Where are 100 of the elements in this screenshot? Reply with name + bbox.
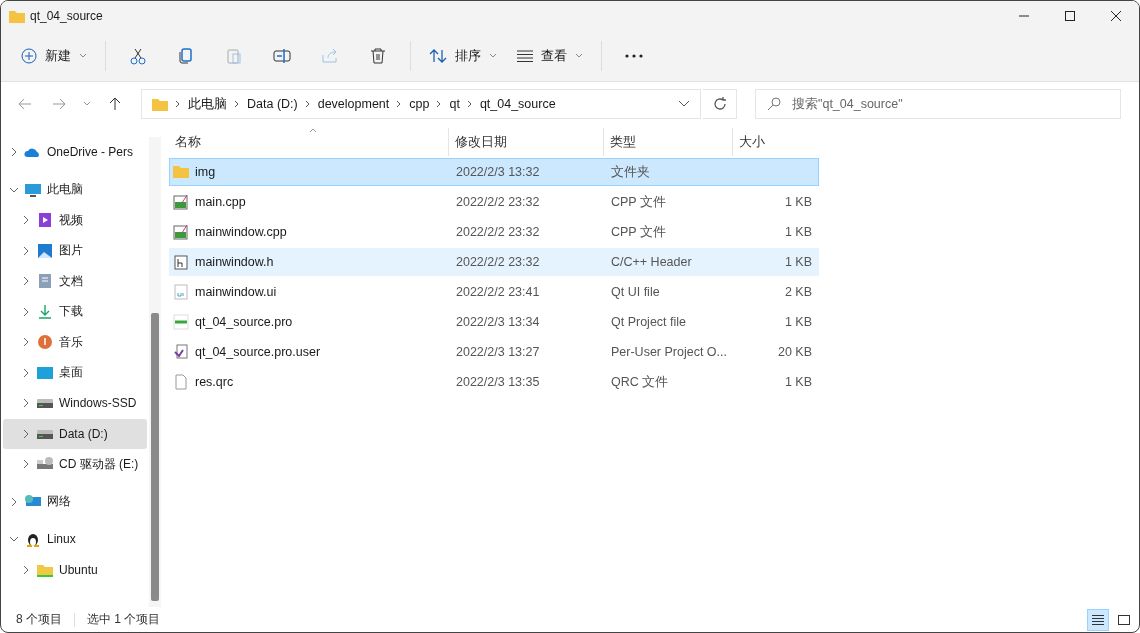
details-view-button[interactable]	[1087, 608, 1109, 631]
sidebar-item[interactable]: 视频	[3, 205, 147, 236]
refresh-icon	[712, 97, 727, 111]
sidebar-item[interactable]: CD 驱动器 (E:)	[3, 449, 147, 480]
sidebar-item[interactable]: Windows-SSD	[3, 388, 147, 419]
collapse-chevron-icon[interactable]	[21, 428, 31, 439]
sidebar-item[interactable]: 文档	[3, 266, 147, 297]
breadcrumb-item[interactable]: qt_04_source	[479, 97, 556, 111]
sidebar-item[interactable]: 此电脑	[3, 174, 147, 205]
chevron-icon	[175, 100, 181, 108]
search-field[interactable]: 搜索"qt_04_source"	[755, 89, 1121, 119]
sort-caret-icon	[309, 128, 317, 133]
sidebar-item[interactable]: Linux	[3, 524, 147, 555]
address-bar[interactable]: 此电脑 Data (D:) development cpp qt qt_04_source	[141, 89, 701, 119]
column-header[interactable]: 类型	[604, 128, 733, 156]
chevron-icon	[466, 100, 473, 108]
sidebar-item[interactable]: 桌面	[3, 357, 147, 388]
code-file-icon	[173, 194, 189, 210]
collapse-chevron-icon[interactable]	[21, 564, 31, 575]
table-cell-text: 1 KB	[783, 374, 813, 391]
refresh-button[interactable]	[703, 89, 737, 119]
breadcrumb-item[interactable]: 此电脑	[188, 95, 227, 113]
table-cell-text: C/C++ Header	[610, 254, 693, 271]
selection-count: 选中 1 个项目	[87, 611, 161, 628]
folder-icon	[152, 97, 168, 111]
project-file-icon	[173, 314, 189, 330]
table-cell-text: 2022/2/3 13:27	[455, 344, 541, 361]
table-cell: mainwindow.h	[195, 255, 274, 269]
chevron-icon	[234, 100, 240, 108]
sidebar-item[interactable]: Ubuntu	[3, 554, 147, 585]
caret-icon	[79, 53, 87, 59]
table-cell-text: 1 KB	[783, 194, 813, 211]
collapse-chevron-icon[interactable]	[21, 367, 31, 378]
file-row[interactable]: qt_04_source.pro.user 2022/2/3 13:27 Per-User Project O... 20 KB	[169, 338, 819, 366]
collapse-chevron-icon[interactable]	[21, 276, 31, 287]
breadcrumb-item[interactable]: development	[317, 97, 390, 111]
sidebar-item[interactable]: 音乐	[3, 327, 147, 358]
folder-icon	[9, 9, 25, 23]
table-cell-text: 2022/2/2 23:32	[455, 194, 541, 211]
collapse-chevron-icon[interactable]	[21, 337, 31, 348]
table-cell-text: 2022/2/2 23:32	[455, 224, 541, 241]
collapse-chevron-icon[interactable]	[21, 459, 31, 470]
file-row[interactable]: main.cpp 2022/2/2 23:32 CPP 文件 1 KB	[169, 188, 819, 216]
file-row[interactable]: qt_04_source.pro 2022/2/3 13:34 Qt Project file 1 KB	[169, 308, 819, 336]
table-cell-text: CPP 文件	[610, 223, 667, 241]
column-header[interactable]: 修改日期	[449, 128, 604, 156]
collapse-chevron-icon[interactable]	[21, 245, 31, 256]
sidebar-item[interactable]: 网络	[3, 486, 147, 517]
table-cell: qt_04_source.pro	[195, 315, 293, 329]
table-cell-text: 20 KB	[776, 344, 813, 361]
table-cell-text: Per-User Project O...	[610, 344, 728, 361]
sidebar-item[interactable]: OneDrive - Pers	[3, 137, 147, 168]
sort-button[interactable]: 排序	[421, 39, 505, 73]
dropdown-icon[interactable]	[678, 100, 690, 108]
scissors-icon	[129, 47, 147, 65]
file-row[interactable]: mainwindow.ui 2022/2/2 23:41 Qt UI file 2 KB	[169, 278, 819, 306]
collapse-chevron-icon[interactable]	[21, 306, 31, 317]
sidebar-item[interactable]: 图片	[3, 235, 147, 266]
breadcrumb-item[interactable]: cpp	[409, 97, 430, 111]
user-file-icon	[173, 344, 189, 360]
table-cell-text: 2022/2/2 23:32	[455, 254, 541, 271]
table-cell: mainwindow.ui	[195, 285, 277, 299]
file-row[interactable]: mainwindow.cpp 2022/2/2 23:32 CPP 文件 1 KB	[169, 218, 819, 246]
caret-icon	[489, 53, 497, 59]
penguin-icon	[24, 531, 42, 548]
new-button[interactable]: 新建	[13, 39, 95, 73]
maximize-icon	[1064, 10, 1076, 22]
chevron-icon	[304, 100, 311, 108]
collapse-chevron-icon[interactable]	[21, 215, 31, 226]
music-icon	[36, 334, 54, 351]
rename-icon	[273, 47, 291, 65]
ui-file-icon	[173, 284, 189, 300]
view-button[interactable]: 查看	[509, 39, 591, 73]
table-cell: img	[195, 165, 216, 179]
file-icon	[173, 374, 189, 390]
collapse-chevron-icon[interactable]	[9, 496, 19, 507]
more-icon	[625, 54, 643, 58]
breadcrumb-item[interactable]: Data (D:)	[247, 97, 298, 111]
chevron-icon	[436, 100, 443, 108]
sidebar-item[interactable]: Data (D:)	[3, 418, 147, 449]
window-title: qt_04_source	[30, 9, 103, 23]
file-row[interactable]: mainwindow.h 2022/2/2 23:32 C/C++ Header 1 KB	[169, 248, 819, 276]
up-arrow-icon	[109, 97, 121, 111]
table-cell-text: 1 KB	[783, 314, 813, 331]
trash-icon	[369, 47, 387, 65]
breadcrumb-item[interactable]: qt	[449, 97, 460, 111]
column-header[interactable]: 大小	[733, 128, 816, 156]
file-row[interactable]: res.qrc 2022/2/3 13:35 QRC 文件 1 KB	[169, 368, 819, 396]
sidebar-item[interactable]: 下载	[3, 296, 147, 327]
tile-icon	[1117, 613, 1131, 626]
column-header[interactable]: 名称	[169, 128, 449, 156]
collapse-chevron-icon[interactable]	[21, 398, 31, 409]
header-file-icon	[173, 254, 189, 270]
table-cell-text: CPP 文件	[610, 193, 667, 211]
file-row[interactable]: img 2022/2/3 13:32 文件夹	[169, 158, 819, 186]
plus-icon	[21, 48, 37, 64]
scrollbar-thumb[interactable]	[151, 313, 159, 601]
caret-icon	[575, 53, 583, 59]
collapse-chevron-icon[interactable]	[9, 147, 19, 158]
folder-icon	[173, 164, 189, 180]
